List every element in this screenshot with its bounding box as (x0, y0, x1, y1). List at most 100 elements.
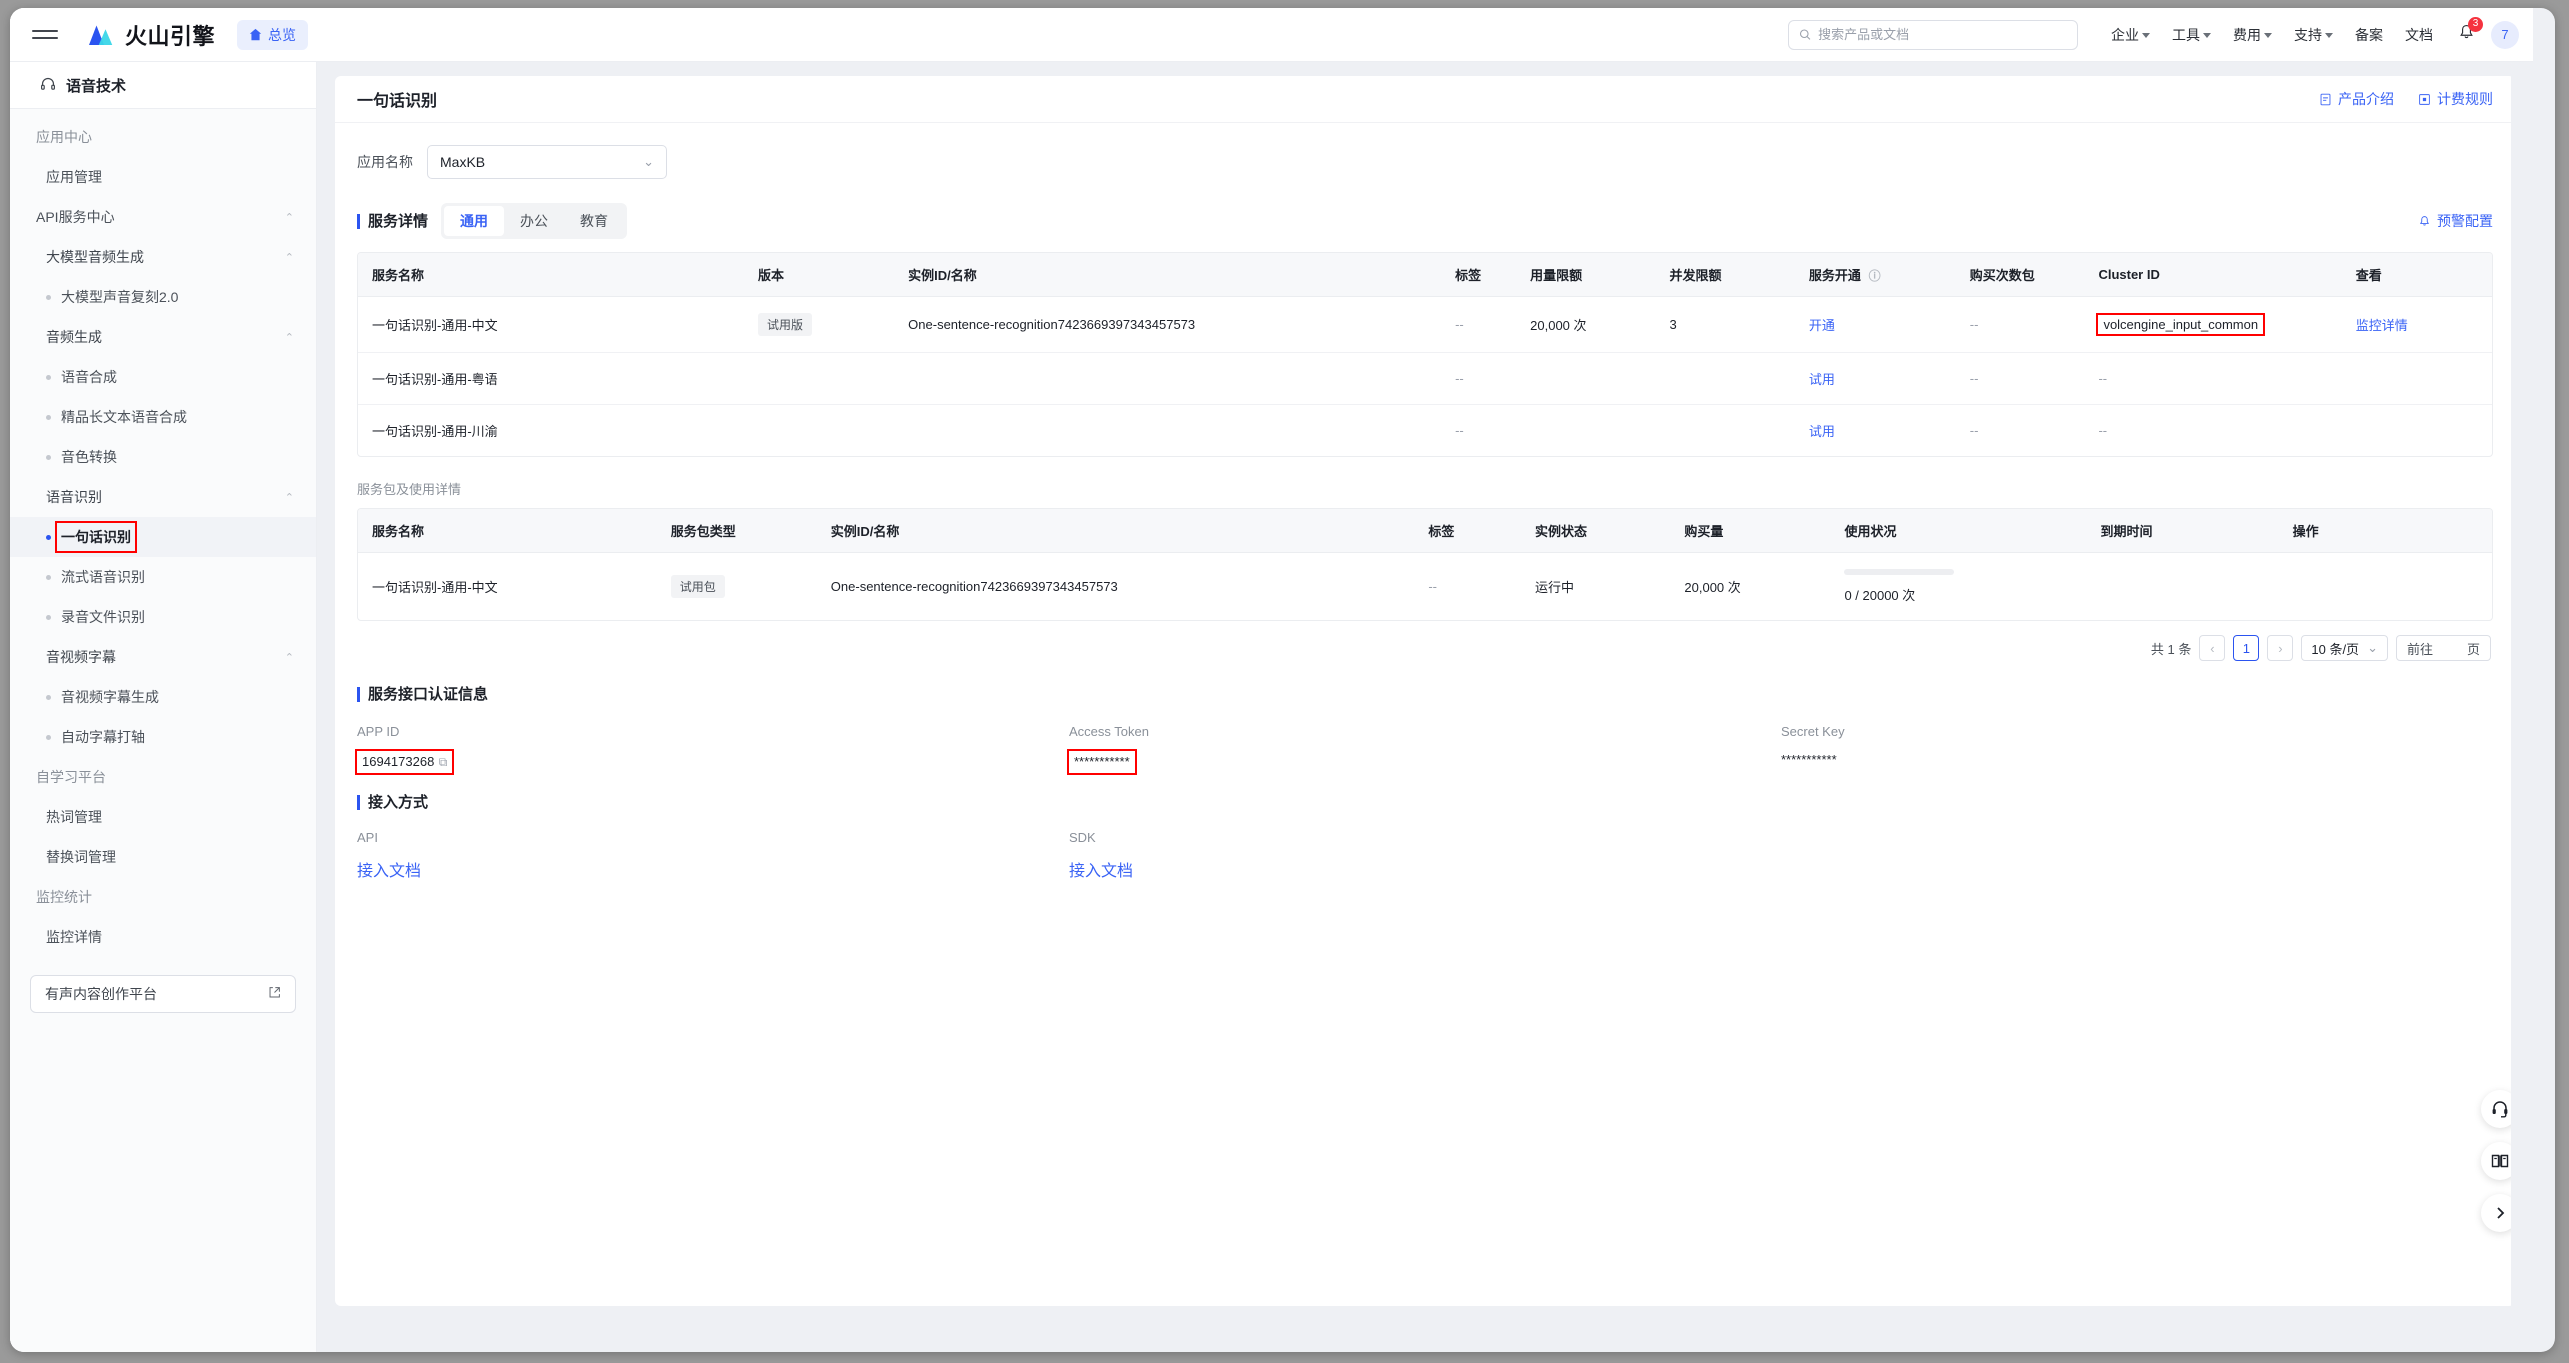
nav-item-docs[interactable]: 文档 (2394, 25, 2444, 45)
nav-item-enterprise[interactable]: 企业 (2100, 25, 2161, 45)
sidebar-sub-audio-gen[interactable]: 音频生成 ⌃ (10, 317, 316, 357)
chevron-down-icon: ⌄ (2367, 640, 2378, 656)
external-link-icon (268, 986, 281, 1002)
billing-rules-link[interactable]: 计费规则 (2418, 89, 2493, 109)
th-concurrency: 并发限额 (1656, 253, 1795, 297)
goto-page-input[interactable]: 前往 页 (2396, 635, 2491, 661)
sidebar-sub-av-subtitles[interactable]: 音视频字幕 ⌃ (10, 637, 316, 677)
nav-label: 文档 (2405, 25, 2433, 45)
service-table: 服务名称 版本 实例ID/名称 标签 用量限额 并发限额 服务开通 ⓘ (358, 253, 2492, 456)
auth-label: Access Token (1069, 724, 1781, 739)
sidebar-sub-llm-audio-gen[interactable]: 大模型音频生成 ⌃ (10, 237, 316, 277)
sidebar-item-streaming-asr[interactable]: 流式语音识别 (10, 557, 316, 597)
access-item-api: API 接入文档 (357, 830, 1069, 881)
nav-item-support[interactable]: 支持 (2283, 25, 2344, 45)
app-select[interactable]: MaxKB ⌄ (427, 145, 667, 179)
sidebar-sub-asr[interactable]: 语音识别 ⌃ (10, 477, 316, 517)
th-usage: 使用状况 (1830, 509, 2086, 553)
tab-education[interactable]: 教育 (564, 206, 624, 236)
api-doc-link[interactable]: 接入文档 (357, 857, 1069, 881)
page-size-select[interactable]: 10 条/页 ⌄ (2301, 635, 2388, 661)
auth-section-title: 服务接口认证信息 (357, 687, 488, 702)
overview-label: 总览 (268, 25, 296, 45)
th-tag: 标签 (1441, 253, 1516, 297)
page-scrollbar[interactable] (2511, 62, 2533, 1352)
nav-item-billing[interactable]: 费用 (2222, 25, 2283, 45)
sidebar-item-tts[interactable]: 语音合成 (10, 357, 316, 397)
search-input[interactable] (1818, 27, 2067, 42)
sidebar-header-label: 语音技术 (66, 75, 126, 96)
nav-item-icp[interactable]: 备案 (2344, 25, 2394, 45)
brand-logo-group[interactable]: 火山引擎 (86, 19, 215, 51)
copy-icon[interactable]: ⧉ (439, 755, 448, 769)
info-icon[interactable]: ⓘ (1869, 269, 1881, 283)
sdk-doc-link[interactable]: 接入文档 (1069, 857, 1781, 881)
notification-badge: 3 (2468, 17, 2483, 32)
pagination-page-1[interactable]: 1 (2233, 635, 2259, 661)
secret-key-value: *********** (1781, 752, 1837, 767)
chevron-up-icon: ⌃ (285, 651, 294, 664)
th-expire-time: 到期时间 (2087, 509, 2279, 553)
package-table-header-row: 服务名称 服务包类型 实例ID/名称 标签 实例状态 购买量 使用状况 到期时间… (358, 509, 2492, 553)
sidebar-item-label: 语音合成 (61, 367, 117, 387)
audio-content-platform-button[interactable]: 有声内容创作平台 (30, 975, 296, 1013)
app-id-value: 1694173268 (362, 754, 434, 769)
sidebar-item-auto-subtitle-align[interactable]: 自动字幕打轴 (10, 717, 316, 757)
trial-link[interactable]: 试用 (1809, 372, 1835, 387)
app-id-value-box: 1694173268 ⧉ (357, 751, 452, 773)
usage-progress-bar (1844, 569, 1954, 575)
sidebar-item-monitoring-detail[interactable]: 监控详情 (10, 917, 316, 957)
sidebar-item-label: 自动字幕打轴 (61, 727, 145, 747)
sidebar-sub-label: 大模型音频生成 (46, 247, 144, 267)
sidebar-item-file-asr[interactable]: 录音文件识别 (10, 597, 316, 637)
avatar[interactable]: 7 (2491, 21, 2519, 49)
table-row: 一句话识别-通用-中文 试用包 One-sentence-recognition… (358, 553, 2492, 621)
th-instance-id: 实例ID/名称 (817, 509, 1415, 553)
bullet-icon (46, 295, 51, 300)
pagination-next-button[interactable]: › (2267, 635, 2293, 661)
audio-content-platform-label: 有声内容创作平台 (45, 984, 157, 1004)
product-intro-link[interactable]: 产品介绍 (2319, 89, 2394, 109)
cell-instance-id (894, 405, 1441, 457)
sidebar-item-hotwords[interactable]: 热词管理 (10, 797, 316, 837)
tab-general[interactable]: 通用 (444, 206, 504, 236)
cell-version (744, 405, 894, 457)
access-spacer (1781, 830, 2493, 881)
search-icon (1799, 28, 1811, 41)
collapse-chevron-icon (2492, 1205, 2508, 1221)
topbar-right-group: 企业 工具 费用 支持 备案 文 (1788, 20, 2519, 50)
pagination-prev-button[interactable]: ‹ (2199, 635, 2225, 661)
nav-item-tools[interactable]: 工具 (2161, 25, 2222, 45)
monitor-detail-link[interactable]: 监控详情 (2356, 318, 2408, 333)
auth-grid: APP ID 1694173268 ⧉ Access Token *******… (357, 724, 2493, 773)
chevron-down-icon (2264, 33, 2272, 38)
sidebar-item-app-management[interactable]: 应用管理 (10, 157, 316, 197)
hamburger-menu-icon[interactable] (32, 25, 58, 45)
sidebar-item-subtitle-gen[interactable]: 音视频字幕生成 (10, 677, 316, 717)
header-links: 产品介绍 计费规则 (2319, 89, 2493, 109)
cell-version: 试用版 (744, 297, 894, 353)
activate-link[interactable]: 开通 (1809, 318, 1835, 333)
sidebar-item-voice-clone-2[interactable]: 大模型声音复刻2.0 (10, 277, 316, 317)
sidebar-item-replacewords[interactable]: 替换词管理 (10, 837, 316, 877)
nav-label: 费用 (2233, 25, 2261, 45)
cell-usage: 0 / 20000 次 (1830, 553, 2086, 621)
sidebar-group-api-service-center[interactable]: API服务中心 ⌃ (10, 197, 316, 237)
alert-config-button[interactable]: 预警配置 (2418, 211, 2493, 231)
page-root: 火山引擎 总览 企业 (10, 8, 2533, 1352)
service-table-wrapper: 服务名称 版本 实例ID/名称 标签 用量限额 并发限额 服务开通 ⓘ (357, 252, 2493, 457)
billing-icon (2418, 93, 2431, 106)
sidebar-item-one-sentence-recognition[interactable]: 一句话识别 (10, 517, 316, 557)
cell-service-name: 一句话识别-通用-粤语 (358, 353, 744, 405)
sidebar-item-longform-tts[interactable]: 精品长文本语音合成 (10, 397, 316, 437)
bullet-icon (46, 415, 51, 420)
tab-office[interactable]: 办公 (504, 206, 564, 236)
overview-button[interactable]: 总览 (237, 20, 308, 50)
notifications-button[interactable]: 3 (2444, 24, 2489, 46)
search-box[interactable] (1788, 20, 2078, 50)
auth-section-row: 服务接口认证信息 (335, 661, 2515, 702)
sidebar-item-voice-conversion[interactable]: 音色转换 (10, 437, 316, 477)
access-label: SDK (1069, 830, 1781, 845)
th-service-name: 服务名称 (358, 509, 657, 553)
trial-link[interactable]: 试用 (1809, 424, 1835, 439)
